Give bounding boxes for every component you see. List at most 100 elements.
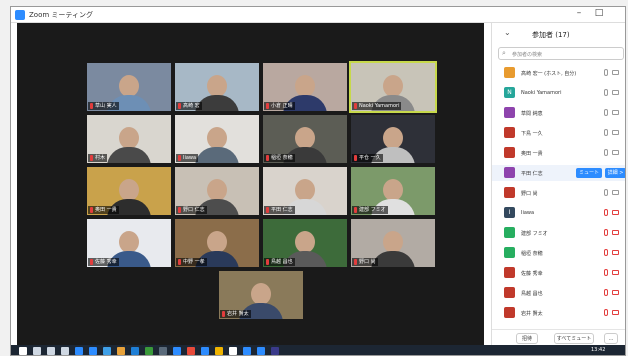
zoom-window: Zoom ミーティング – □ 草山 実人 高崎 宏 小倉 正晴 Naoki Yama… [10,6,626,356]
muted-mic-icon [354,259,357,265]
taskbar-app-icon[interactable] [187,347,195,355]
avatar [504,67,515,78]
video-tile[interactable]: Naoki Yamamori [349,61,437,113]
taskbar-app-icon[interactable] [201,347,209,355]
participants-panel: ⌄ 参加者 (17) ⌕ 参加者の検索 高崎 宏一 (ホスト, 自分) N Naok… [491,23,625,345]
participant-face [383,127,403,149]
participant-search-input[interactable]: ⌕ 参加者の検索 [498,47,624,60]
tile-name-label: 野口 尚 [352,258,378,266]
muted-mic-icon [266,259,269,265]
tile-name-label: 草山 実人 [88,102,119,110]
more-participant-button[interactable]: 詳細 > [605,168,625,178]
more-options-button[interactable]: … [604,333,618,344]
participant-row[interactable]: 草間 純恵 [492,105,625,121]
participant-row[interactable]: I Iiawa [492,205,625,221]
taskbar-app-icon[interactable] [89,347,97,355]
tile-name-label: 野口 仁志 [176,206,207,214]
windows-taskbar: 13:42 [11,345,625,355]
participant-name: 奥田 一貴 [521,151,543,157]
participant-row[interactable]: 野口 尚 [492,185,625,201]
video-tile[interactable]: 中野 一孝 [175,219,259,267]
participant-name: 下鳥 一久 [521,131,543,137]
taskbar-app-icon[interactable] [215,347,223,355]
participant-row[interactable]: 下鳥 一久 [492,125,625,141]
camera-icon [612,70,619,75]
taskbar-app-icon[interactable] [75,347,83,355]
taskbar-app-icon[interactable] [159,347,167,355]
invite-button[interactable]: 招待 [516,333,538,344]
participant-body [195,95,239,111]
participant-row[interactable]: 佐藤 秀幸 [492,265,625,281]
participant-row[interactable]: 岩井 賢太 [492,305,625,321]
avatar [504,287,515,298]
minimize-button[interactable]: – [571,8,587,18]
taskbar-app-icon[interactable] [61,347,69,355]
taskbar-app-icon[interactable] [243,347,251,355]
participant-body [107,147,151,163]
taskbar-app-icon[interactable] [271,347,279,355]
participant-row[interactable]: 建部 フミオ [492,225,625,241]
taskbar-app-icon[interactable] [33,347,41,355]
video-tile[interactable]: Iiawa [175,115,259,163]
taskbar-app-icon[interactable] [131,347,139,355]
title-bar: Zoom ミーティング – □ [11,7,625,23]
taskbar-app-icon[interactable] [103,347,111,355]
video-tile[interactable]: 平仓 一久 [351,115,435,163]
camera-off-icon [612,210,619,215]
video-tile[interactable]: 野口 仁志 [175,167,259,215]
participant-face [295,179,315,201]
video-tile[interactable]: 岩井 賢太 [219,271,303,319]
mic-muted-icon [604,229,608,236]
mic-icon [604,129,608,136]
participant-row[interactable]: 鳥越 昌也 [492,285,625,301]
participant-row[interactable]: 稲垣 奈穂 [492,245,625,261]
mute-all-button[interactable]: すべてミュート [554,333,594,344]
video-tile[interactable]: 奥田 一貴 [87,167,171,215]
muted-mic-icon [222,311,225,317]
muted-mic-icon [90,207,93,213]
mute-participant-button[interactable]: ミュート [576,168,602,178]
search-placeholder: 参加者の検索 [512,52,543,58]
participant-face [383,231,403,253]
taskbar-app-icon[interactable] [257,347,265,355]
participant-face [119,127,139,149]
video-tile[interactable]: 高崎 宏 [175,63,259,111]
avatar [504,227,515,238]
avatar [504,127,515,138]
panel-footer: 招待 すべてミュート … [492,329,625,345]
video-tile[interactable]: 平田 仁志 [263,167,347,215]
video-tile[interactable]: 佐藤 秀幸 [87,219,171,267]
mic-icon [604,109,608,116]
mic-muted-icon [604,209,608,216]
participant-row[interactable]: 奥田 一貴 [492,145,625,161]
taskbar-app-icon[interactable] [229,347,237,355]
taskbar-app-icon[interactable] [145,347,153,355]
participant-row[interactable]: 高崎 宏一 (ホスト, 自分) [492,65,625,81]
video-tile[interactable]: 村木 [87,115,171,163]
video-tile[interactable]: 稲垣 奈穂 [263,115,347,163]
video-tile[interactable]: 草山 実人 [87,63,171,111]
camera-off-icon [612,290,619,295]
taskbar-app-icon[interactable] [173,347,181,355]
participant-name: Naoki Yamamori [521,90,562,96]
taskbar-app-icon[interactable] [117,347,125,355]
taskbar-app-icon[interactable] [47,347,55,355]
tile-name-label: 建部 フミオ [352,206,388,214]
gallery-view: 草山 実人 高崎 宏 小倉 正晴 Naoki Yamamori 村木 Iiawa 稲垣 奈穂… [17,23,484,345]
video-tile[interactable]: 野口 尚 [351,219,435,267]
collapse-chevron-icon[interactable]: ⌄ [504,28,511,37]
video-tile[interactable]: 鳥越 昌也 [263,219,347,267]
tile-name-label: 平仓 一久 [352,154,383,162]
participant-face [295,231,315,253]
camera-off-icon [612,250,619,255]
participant-row[interactable]: 平田 仁志 ミュート 詳細 > [492,165,625,181]
avatar [504,187,515,198]
maximize-button[interactable]: □ [591,8,607,18]
participant-row[interactable]: N Naoki Yamamori [492,85,625,101]
tile-name-label: 小倉 正晴 [264,102,295,110]
start-icon[interactable] [19,347,27,355]
avatar [504,267,515,278]
video-tile[interactable]: 建部 フミオ [351,167,435,215]
video-tile[interactable]: 小倉 正晴 [263,63,347,111]
participant-face [383,75,403,97]
